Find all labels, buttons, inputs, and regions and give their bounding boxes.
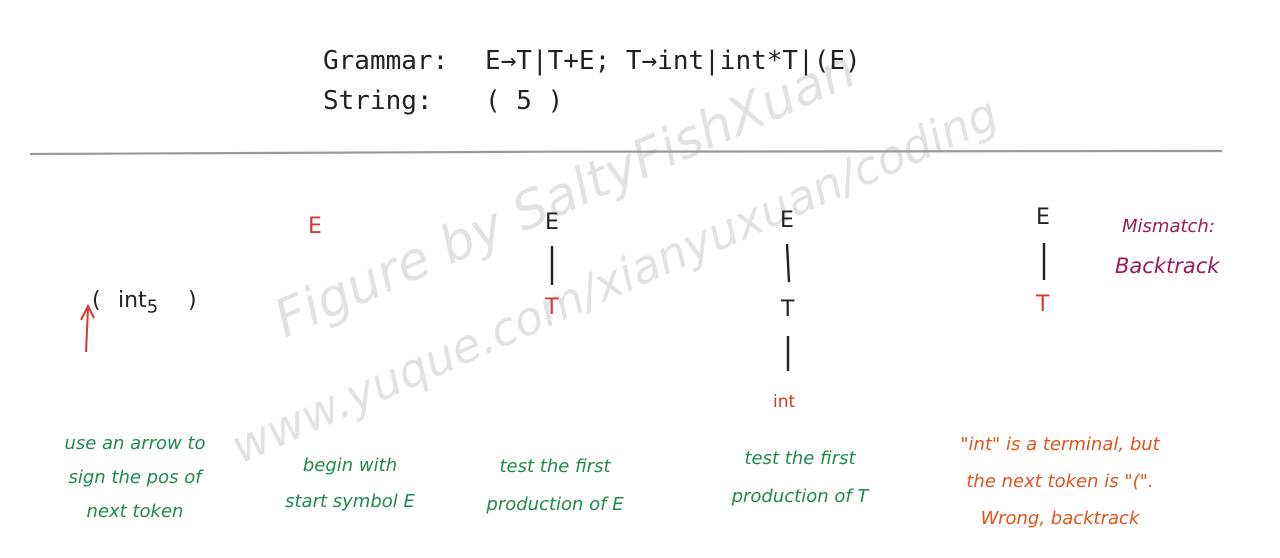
caption-step3-line2: production of E <box>486 494 624 515</box>
caption-step1-line1: use an arrow to <box>64 433 206 454</box>
step2-root-e: E <box>308 214 322 239</box>
caption-step1: use an arrow to sign the pos of next tok… <box>25 427 245 529</box>
caption-step1-line2: sign the pos of <box>68 467 202 488</box>
caption-step5-line3: Wrong, backtrack <box>980 508 1140 529</box>
input-close-paren: ) <box>188 288 197 313</box>
caption-step5-line2: the next token is "(". <box>966 471 1154 492</box>
caption-step4-line2: production of T <box>731 486 869 507</box>
step3-child-t: T <box>545 295 559 320</box>
caption-step1-line3: next token <box>86 501 184 522</box>
input-token-subscript: 5 <box>146 296 159 318</box>
input-open-paren: ( <box>92 288 101 313</box>
caption-step3: test the first production of E <box>455 448 655 524</box>
caption-step5: "int" is a terminal, but the next token … <box>915 426 1205 537</box>
caption-step2-line1: begin with <box>302 455 398 476</box>
caption-step5-line1: "int" is a terminal, but <box>960 434 1160 455</box>
edge-e-t-step4 <box>785 243 791 283</box>
mismatch-label: Mismatch: <box>1122 216 1215 237</box>
step5-child-t: T <box>1036 292 1050 317</box>
step4-grandchild-int: int <box>773 392 796 412</box>
caption-step4-line1: test the first <box>744 448 856 469</box>
caption-step4: test the first production of T <box>695 440 905 516</box>
input-token: int5 <box>118 288 158 317</box>
step4-child-t: T <box>781 297 795 322</box>
input-token-name: int <box>118 288 147 313</box>
backtrack-label: Backtrack <box>1115 254 1220 278</box>
step5-root-e: E <box>1036 205 1050 230</box>
step3-root-e: E <box>545 210 559 235</box>
caption-step2-line2: start symbol E <box>285 491 415 512</box>
step4-root-e: E <box>780 208 794 233</box>
position-arrow <box>85 307 89 353</box>
caption-step3-line1: test the first <box>499 456 611 477</box>
divider-line <box>29 149 1223 156</box>
caption-step2: begin with start symbol E <box>250 448 450 520</box>
